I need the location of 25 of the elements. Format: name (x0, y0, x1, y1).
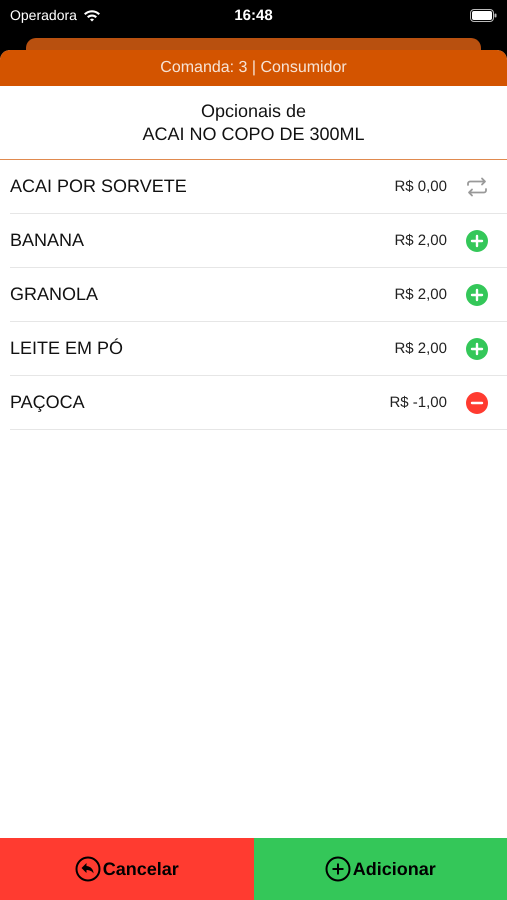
option-name: PAÇOCA (10, 392, 86, 413)
add-icon[interactable] (466, 230, 488, 252)
option-price: R$ 0,00 (394, 178, 447, 195)
add-button[interactable]: Adicionar (254, 838, 507, 900)
product-name: ACAI NO COPO DE 300ML (142, 124, 365, 144)
add-icon[interactable] (466, 284, 488, 306)
sheet-title: Comanda: 3 | Consumidor (160, 59, 347, 77)
option-price: R$ -1,00 (389, 394, 447, 411)
remove-icon[interactable] (466, 392, 488, 414)
carrier-name: Operadora (10, 7, 77, 23)
heading-label: Opcionais de (200, 100, 306, 122)
option-name: LEITE EM PÓ (10, 338, 124, 359)
plus-circle-icon (324, 856, 351, 882)
battery-icon (470, 8, 497, 22)
swap-icon[interactable] (465, 176, 489, 196)
option-name: ACAI POR SORVETE (10, 176, 188, 197)
option-name: BANANA (10, 230, 86, 251)
option-price: R$ 2,00 (394, 232, 447, 249)
option-price: R$ 2,00 (394, 286, 447, 303)
clock-time: 16:48 (234, 6, 273, 24)
option-name: GRANOLA (10, 284, 100, 305)
cancel-button[interactable]: Cancelar (0, 838, 254, 900)
add-icon[interactable] (466, 338, 488, 360)
option-price: R$ 2,00 (394, 340, 447, 357)
wifi-icon (82, 8, 101, 22)
